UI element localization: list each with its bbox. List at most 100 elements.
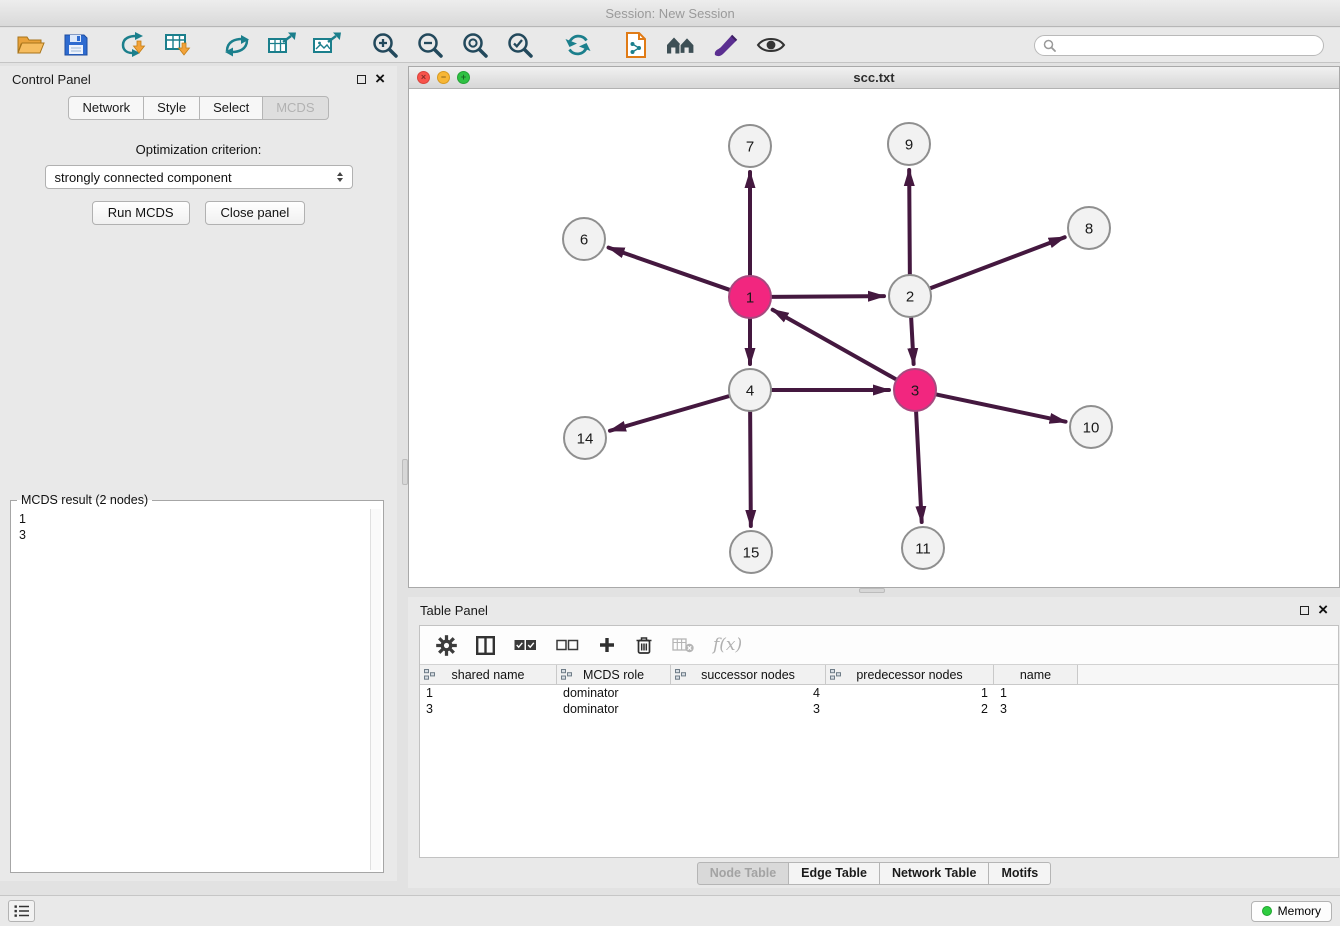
column-header-name[interactable]: name	[994, 665, 1078, 684]
vertical-splitter-grip[interactable]	[402, 459, 408, 485]
refresh-view-icon[interactable]	[559, 30, 597, 60]
cell-shared-name[interactable]: 3	[420, 701, 557, 717]
column-hierarchy-icon	[830, 669, 841, 680]
network-graph: 7 9 6 8 1 2 4 3 14 10 15 11	[409, 89, 1339, 587]
graph-node-label: 2	[906, 288, 914, 305]
run-mcds-button[interactable]: Run MCDS	[92, 201, 190, 225]
function-builder-icon[interactable]: f(x)	[713, 635, 742, 655]
graph-edge-2-8[interactable]	[930, 237, 1065, 288]
zoom-out-icon[interactable]	[411, 30, 449, 60]
float-panel-icon[interactable]	[357, 75, 366, 84]
graph-node-15[interactable]: 15	[730, 531, 772, 573]
table-row[interactable]: 3 dominator 3 2 3	[420, 701, 1338, 717]
graph-edge-4-15[interactable]	[750, 411, 751, 526]
new-network-icon[interactable]	[218, 30, 256, 60]
control-panel: Control Panel × Network Style Select MCD…	[0, 66, 397, 881]
graph-edge-1-6[interactable]	[609, 248, 731, 290]
close-table-panel-icon[interactable]: ×	[1318, 603, 1328, 617]
cell-predecessor-nodes[interactable]: 1	[826, 685, 994, 701]
apply-style-icon[interactable]	[707, 30, 745, 60]
graph-edge-2-3[interactable]	[911, 317, 914, 364]
tab-motifs[interactable]: Motifs	[988, 862, 1051, 885]
mcds-result-line: 3	[19, 527, 383, 543]
graph-node-10[interactable]: 10	[1070, 406, 1112, 448]
graph-edge-3-11[interactable]	[916, 411, 922, 522]
first-neighbors-icon[interactable]	[662, 30, 700, 60]
graph-edge-4-14[interactable]	[610, 396, 730, 431]
graph-node-7[interactable]: 7	[729, 125, 771, 167]
graph-node-8[interactable]: 8	[1068, 207, 1110, 249]
result-scrollbar[interactable]	[370, 509, 381, 870]
open-file-icon[interactable]	[12, 30, 50, 60]
task-history-button[interactable]	[8, 900, 35, 922]
deselect-all-rows-icon[interactable]	[556, 639, 579, 651]
graph-node-1[interactable]: 1	[729, 276, 771, 318]
show-hide-icon[interactable]	[752, 30, 790, 60]
import-network-icon[interactable]	[115, 30, 153, 60]
cell-predecessor-nodes[interactable]: 2	[826, 701, 994, 717]
graph-edge-1-2[interactable]	[771, 296, 884, 297]
optimization-criterion-select[interactable]: strongly connected component	[45, 165, 353, 189]
column-header-predecessor-nodes[interactable]: predecessor nodes	[826, 665, 994, 684]
zoom-in-icon[interactable]	[366, 30, 404, 60]
import-table-icon[interactable]	[160, 30, 198, 60]
tab-style[interactable]: Style	[143, 96, 200, 120]
list-icon	[14, 904, 30, 918]
save-session-icon[interactable]	[57, 30, 95, 60]
search-box[interactable]	[1034, 35, 1324, 56]
cell-name[interactable]: 1	[994, 685, 1078, 701]
float-table-panel-icon[interactable]	[1300, 606, 1309, 615]
graph-node-2[interactable]: 2	[889, 275, 931, 317]
select-all-rows-icon[interactable]	[514, 639, 537, 651]
cell-mcds-role[interactable]: dominator	[557, 685, 671, 701]
delete-row-icon[interactable]	[635, 635, 653, 655]
tab-node-table[interactable]: Node Table	[697, 862, 789, 885]
mcds-result-line: 1	[19, 511, 383, 527]
memory-button[interactable]: Memory	[1251, 901, 1332, 922]
table-header-row: shared name MCDS role successor nodes	[420, 665, 1338, 685]
graph-node-4[interactable]: 4	[729, 369, 771, 411]
network-canvas[interactable]: 7 9 6 8 1 2 4 3 14 10 15 11	[409, 89, 1339, 587]
tab-select[interactable]: Select	[199, 96, 263, 120]
add-row-icon[interactable]	[598, 636, 616, 654]
open-network-document-icon[interactable]	[617, 30, 655, 60]
close-panel-icon[interactable]: ×	[375, 72, 385, 86]
export-group	[218, 30, 346, 60]
table-row[interactable]: 1 dominator 4 1 1	[420, 685, 1338, 701]
export-table-icon[interactable]	[263, 30, 301, 60]
column-hierarchy-icon	[561, 669, 572, 680]
table-settings-icon[interactable]	[436, 635, 457, 656]
tab-mcds[interactable]: MCDS	[262, 96, 328, 120]
zoom-fit-icon[interactable]	[456, 30, 494, 60]
close-panel-button[interactable]: Close panel	[205, 201, 306, 225]
graph-edge-3-1[interactable]	[773, 310, 897, 380]
zoom-selected-icon[interactable]	[501, 30, 539, 60]
column-header-shared-name[interactable]: shared name	[420, 665, 557, 684]
graph-edge-2-9[interactable]	[909, 170, 910, 275]
cell-successor-nodes[interactable]: 4	[671, 685, 826, 701]
column-header-successor-nodes[interactable]: successor nodes	[671, 665, 826, 684]
close-window-icon[interactable]: ×	[417, 71, 430, 84]
maximize-window-icon[interactable]: +	[457, 71, 470, 84]
search-input[interactable]	[1061, 37, 1315, 53]
graph-node-14[interactable]: 14	[564, 417, 606, 459]
cell-successor-nodes[interactable]: 3	[671, 701, 826, 717]
column-header-mcds-role[interactable]: MCDS role	[557, 665, 671, 684]
graph-node-9[interactable]: 9	[888, 123, 930, 165]
tab-network-table[interactable]: Network Table	[879, 862, 990, 885]
graph-edge-3-10[interactable]	[936, 394, 1066, 421]
horizontal-splitter-grip[interactable]	[859, 588, 885, 593]
export-image-icon[interactable]	[308, 30, 346, 60]
memory-status-icon	[1262, 906, 1272, 916]
cell-name[interactable]: 3	[994, 701, 1078, 717]
tab-edge-table[interactable]: Edge Table	[788, 862, 880, 885]
delete-table-icon[interactable]	[672, 637, 694, 653]
graph-node-6[interactable]: 6	[563, 218, 605, 260]
minimize-window-icon[interactable]: −	[437, 71, 450, 84]
cell-shared-name[interactable]: 1	[420, 685, 557, 701]
graph-node-11[interactable]: 11	[902, 527, 944, 569]
show-columns-icon[interactable]	[476, 636, 495, 655]
tab-network[interactable]: Network	[68, 96, 144, 120]
graph-node-3[interactable]: 3	[894, 369, 936, 411]
cell-mcds-role[interactable]: dominator	[557, 701, 671, 717]
